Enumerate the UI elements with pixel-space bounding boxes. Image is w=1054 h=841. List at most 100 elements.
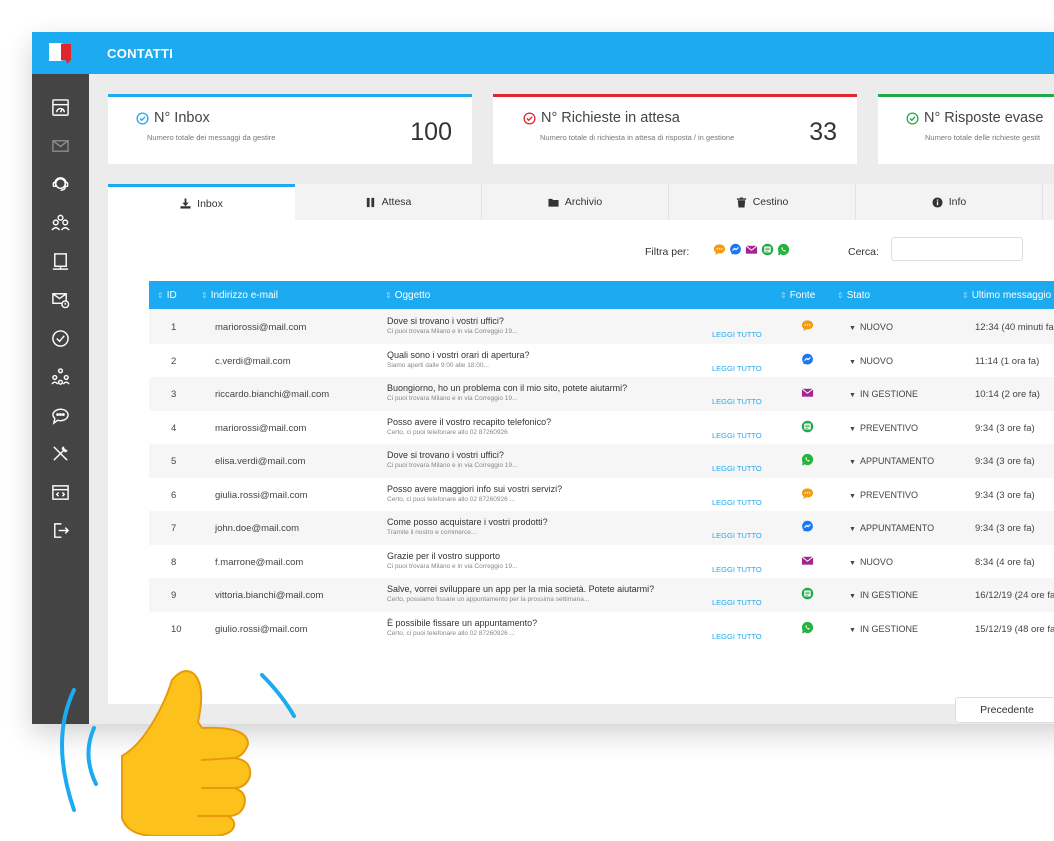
stat-card-answered[interactable]: N° Risposte evase Numero totale delle ri…	[878, 94, 1054, 164]
network-icon[interactable]	[32, 358, 89, 397]
table-row[interactable]: 10 giulio.rossi@mail.com È possibile fissa…	[149, 612, 1054, 646]
row-last-message: 15/12/19 (48 ore fa)	[975, 623, 1054, 635]
logout-icon[interactable]	[32, 512, 89, 551]
read-more-link[interactable]: LEGGI TUTTO	[712, 498, 762, 507]
table-row[interactable]: 8 f.marrone@mail.com Grazie per il vostro …	[149, 545, 1054, 579]
tab-label: Info	[948, 196, 967, 208]
previous-button[interactable]: Precedente	[955, 697, 1054, 723]
card-subtitle: Numero totale delle richieste gestit	[925, 133, 1041, 142]
card-title: N° Richieste in attesa	[523, 110, 680, 126]
card-accent-bar	[493, 94, 857, 97]
row-id: 9	[171, 590, 177, 601]
row-preview: Siamo aperti dalle 9:00 alle 18:00...	[387, 361, 489, 369]
tab-inbox[interactable]: Inbox	[108, 184, 295, 220]
row-id: 2	[171, 355, 177, 367]
table-row[interactable]: 7 john.doe@mail.com Come posso acquistare …	[149, 511, 1054, 545]
row-email: giulio.rossi@mail.com	[215, 623, 308, 635]
col-email[interactable]: ⇕ Indirizzo e-mail	[201, 290, 278, 301]
read-more-link[interactable]: LEGGI TUTTO	[712, 330, 762, 339]
table-row[interactable]: 3 riccardo.bianchi@mail.com Buongiorno, ho…	[149, 377, 1054, 411]
row-subject: Posso avere il vostro recapito telefonic…	[387, 416, 552, 427]
row-subject: Quali sono i vostri orari di apertura?	[387, 349, 530, 360]
status-dropdown[interactable]: ▼ IN GESTIONE	[849, 590, 918, 600]
row-id: 5	[171, 456, 177, 467]
stat-card-inbox[interactable]: N° Inbox Numero totale dei messaggi da g…	[108, 94, 472, 164]
row-last-message: 9:34 (3 ore fa)	[975, 523, 1035, 534]
row-email: john.doe@mail.com	[215, 523, 300, 534]
check-icon[interactable]	[32, 319, 89, 358]
col-id[interactable]: ⇕ ID	[157, 290, 177, 301]
row-id: 8	[171, 556, 177, 568]
read-more-link[interactable]: LEGGI TUTTO	[712, 598, 762, 607]
filter-messenger-icon[interactable]	[729, 243, 742, 256]
status-dropdown[interactable]: ▼ NUOVO	[849, 557, 893, 567]
status-label: NUOVO	[859, 556, 893, 567]
col-source[interactable]: ⇕ Fonte	[780, 290, 815, 301]
tab-attesa[interactable]: Attesa	[295, 184, 482, 220]
read-more-link[interactable]: LEGGI TUTTO	[712, 464, 762, 473]
row-last-message: 9:34 (3 ore fa)	[975, 422, 1035, 434]
mail-icon[interactable]	[32, 127, 89, 166]
table-row[interactable]: 1 mariorossi@mail.com Dove si trovano i vo…	[149, 310, 1054, 344]
filter-whatsapp-icon[interactable]	[777, 243, 790, 256]
email-icon	[801, 386, 814, 402]
read-more-link[interactable]: LEGGI TUTTO	[712, 431, 762, 440]
status-dropdown[interactable]: ▼ APPUNTAMENTO	[849, 456, 934, 466]
dashboard-icon[interactable]	[32, 88, 89, 127]
status-dropdown[interactable]: ▼ APPUNTAMENTO	[849, 523, 934, 533]
col-last-message[interactable]: ⇕ Ultimo messaggio	[962, 290, 1051, 301]
pending-mail-icon[interactable]	[32, 281, 89, 320]
status-dropdown[interactable]: ▼ IN GESTIONE	[849, 624, 918, 634]
row-id: 3	[171, 389, 177, 400]
stat-card-waiting[interactable]: N° Richieste in attesa Numero totale di …	[493, 94, 857, 164]
read-more-link[interactable]: LEGGI TUTTO	[712, 632, 762, 641]
code-icon[interactable]	[32, 473, 89, 512]
tools-icon[interactable]	[32, 435, 89, 474]
chat-icon[interactable]	[32, 396, 89, 435]
row-last-message: 9:34 (3 ore fa)	[975, 489, 1035, 501]
status-dropdown[interactable]: ▼ NUOVO	[849, 322, 893, 332]
row-email: riccardo.bianchi@mail.com	[215, 389, 330, 400]
messenger-icon	[801, 520, 814, 536]
status-dropdown[interactable]: ▼ IN GESTIONE	[849, 389, 918, 399]
read-more-link[interactable]: LEGGI TUTTO	[712, 364, 762, 373]
trash-icon	[736, 196, 746, 208]
app-logo[interactable]	[32, 32, 89, 74]
read-more-link[interactable]: LEGGI TUTTO	[712, 531, 762, 540]
row-email: mariorossi@mail.com	[215, 422, 307, 434]
tab-archivio[interactable]: Archivio	[482, 184, 669, 220]
monitor-icon[interactable]	[32, 242, 89, 281]
col-subject[interactable]: ⇕ Oggetto	[385, 290, 430, 301]
row-subject: Buongiorno, ho un problema con il mio si…	[387, 383, 628, 393]
row-email: elisa.verdi@mail.com	[215, 456, 306, 467]
pause-icon	[366, 197, 374, 207]
read-more-link[interactable]: LEGGI TUTTO	[712, 397, 762, 406]
filter-chat-bubble-icon[interactable]	[713, 243, 726, 256]
row-preview: Ci puoi trovara Milano e in via Correggi…	[387, 562, 518, 570]
table-row[interactable]: 2 c.verdi@mail.com Quali sono i vostri ora…	[149, 344, 1054, 378]
table-row[interactable]: 5 elisa.verdi@mail.com Dove si trovano i v…	[149, 444, 1054, 478]
folder-icon	[548, 198, 559, 207]
col-status[interactable]: ⇕ Stato	[837, 290, 870, 301]
tab-info[interactable]: Info	[856, 184, 1043, 220]
caret-down-icon: ▼	[849, 425, 856, 433]
status-dropdown[interactable]: ▼ PREVENTIVO	[849, 423, 918, 433]
status-dropdown[interactable]: ▼ PREVENTIVO	[849, 490, 918, 500]
table-row[interactable]: 4 mariorossi@mail.com Posso avere il vostr…	[149, 411, 1054, 445]
support-icon[interactable]	[32, 165, 89, 204]
team-icon[interactable]	[32, 204, 89, 243]
table-row[interactable]: 6 giulia.rossi@mail.com Posso avere maggio…	[149, 478, 1054, 512]
filter-webchat-icon[interactable]	[761, 243, 774, 256]
card-title-text: N° Richieste in attesa	[541, 110, 680, 126]
status-dropdown[interactable]: ▼ NUOVO	[849, 356, 893, 366]
check-circle-icon	[523, 111, 536, 125]
webchat-icon	[801, 587, 814, 603]
status-label: APPUNTAMENTO	[859, 523, 935, 533]
row-id: 4	[171, 422, 177, 434]
filter-email-icon[interactable]	[745, 243, 758, 256]
table-row[interactable]: 9 vittoria.bianchi@mail.com Salve, vorrei …	[149, 578, 1054, 612]
email-icon	[801, 554, 814, 570]
tab-cestino[interactable]: Cestino	[669, 184, 856, 220]
read-more-link[interactable]: LEGGI TUTTO	[712, 565, 762, 574]
search-input[interactable]	[891, 237, 1023, 261]
